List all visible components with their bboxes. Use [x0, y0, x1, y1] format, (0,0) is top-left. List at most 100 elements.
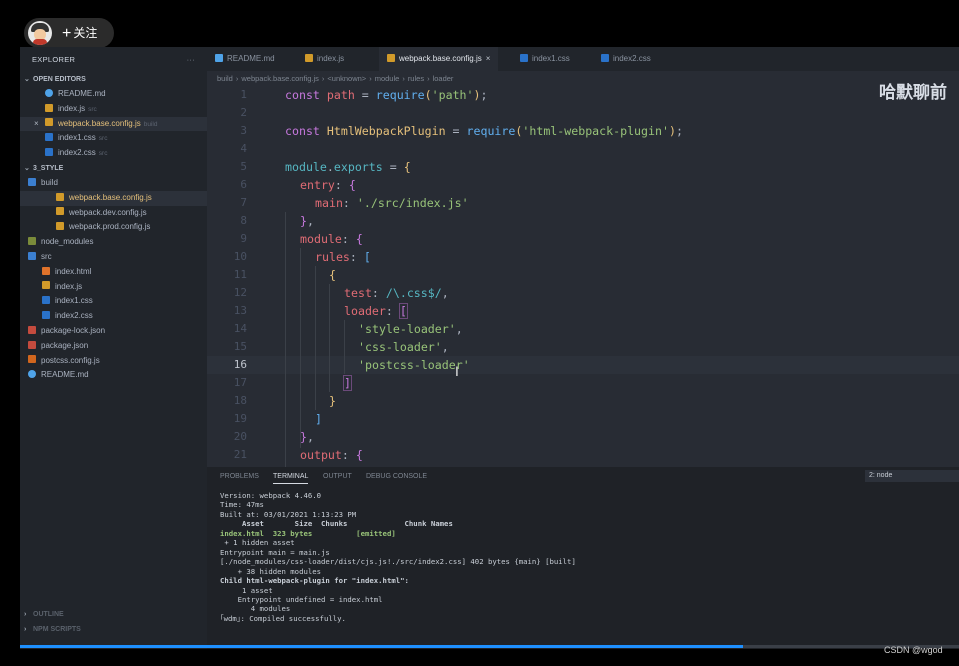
- breadcrumb-item[interactable]: module: [375, 74, 400, 83]
- code-line-18: }: [329, 394, 336, 408]
- code-editor[interactable]: 1 2 3 4 5 6 7 8 9 10 11 12 13 14 15 16 17 18 19 20 21 const …: [207, 86, 959, 467]
- terminal-select[interactable]: 2: node: [865, 470, 959, 482]
- line-number: 9: [240, 232, 247, 245]
- tab-webpack-base-config-js[interactable]: webpack.base.config.js ×: [379, 47, 499, 71]
- panel-tabs: PROBLEMS TERMINAL OUTPUT DEBUG CONSOLE: [207, 467, 959, 487]
- tab-label: index2.css: [613, 54, 651, 63]
- breadcrumb-item[interactable]: rules: [408, 74, 424, 83]
- chevron-right-icon: ›: [235, 74, 239, 83]
- terminal-output[interactable]: Version: webpack 4.46.0 Time: 47ms Built a…: [220, 491, 576, 623]
- breadcrumb-item[interactable]: <unknown>: [327, 74, 366, 83]
- tree-item[interactable]: webpack.base.config.js: [20, 190, 207, 206]
- open-editor-item[interactable]: index.js src: [20, 102, 207, 117]
- panel-tab-debug-console[interactable]: DEBUG CONSOLE: [366, 473, 427, 480]
- panel-tab-output[interactable]: OUTPUT: [323, 473, 352, 480]
- panel-tab-terminal[interactable]: TERMINAL: [273, 473, 309, 484]
- tab-label: webpack.base.config.js: [399, 54, 482, 63]
- tree-item[interactable]: package.json: [20, 339, 207, 354]
- css-file-icon: [42, 296, 50, 305]
- chevron-right-icon: ›: [427, 74, 430, 83]
- line-number: 19: [233, 412, 247, 425]
- js-file-icon: [45, 103, 53, 112]
- breadcrumb-item[interactable]: build: [217, 74, 233, 83]
- npm-scripts-section[interactable]: › NPM SCRIPTS: [20, 622, 207, 637]
- open-editor-folder: build: [143, 120, 158, 128]
- tree-item-label: package.json: [41, 340, 89, 350]
- open-editor-item[interactable]: index1.css src: [20, 131, 207, 146]
- tree-item[interactable]: README.md: [20, 368, 207, 383]
- open-editor-label: index2.css: [58, 148, 96, 158]
- video-progress-bar[interactable]: [20, 645, 959, 648]
- code-line-6: entry: {: [300, 178, 356, 192]
- tree-item[interactable]: src: [20, 250, 207, 265]
- tree-item[interactable]: index2.css: [20, 309, 207, 324]
- terminal-line: Entrypoint undefined = index.html: [220, 594, 383, 604]
- tree-item[interactable]: package-lock.json: [20, 324, 207, 339]
- code-line-15: 'css-loader',: [358, 340, 449, 354]
- code-line-7: main: './src/index.js': [315, 196, 469, 210]
- open-editor-item[interactable]: × webpack.base.config.js build: [20, 116, 207, 132]
- tree-item[interactable]: index.html: [20, 265, 207, 280]
- progress-fill: [20, 645, 744, 648]
- tree-item-label: node_modules: [41, 237, 94, 247]
- panel-tab-problems[interactable]: PROBLEMS: [220, 473, 259, 480]
- line-number: 13: [233, 304, 247, 317]
- code-line-12: test: /\.css$/,: [344, 286, 449, 300]
- open-editors-section[interactable]: ⌄ OPEN EDITORS: [20, 72, 207, 87]
- code-line-8: },: [300, 214, 314, 228]
- code-line-1: const path = require('path');: [285, 88, 488, 102]
- line-number: 4: [240, 142, 247, 155]
- line-number: 1: [240, 88, 247, 101]
- open-editor-item[interactable]: README.md: [20, 87, 207, 102]
- open-editor-folder: src: [98, 135, 108, 143]
- open-editor-label: index1.css: [58, 133, 96, 143]
- close-icon[interactable]: ×: [34, 117, 39, 132]
- line-number: 3: [240, 124, 247, 137]
- line-number: 16: [233, 358, 247, 371]
- css-file-icon: [45, 133, 53, 142]
- info-icon: [215, 53, 223, 62]
- line-number: 2: [240, 106, 247, 119]
- code-line-11: {: [329, 268, 336, 282]
- follow-button[interactable]: + 关注: [62, 18, 97, 48]
- tree-item[interactable]: postcss.config.js: [20, 354, 207, 369]
- line-number: 6: [240, 178, 247, 191]
- open-editor-item[interactable]: index2.css src: [20, 146, 207, 161]
- info-icon: [28, 370, 36, 379]
- tab-index2-css[interactable]: index2.css: [601, 47, 651, 71]
- json-file-icon: [28, 340, 36, 349]
- css-file-icon: [45, 148, 53, 157]
- json-file-icon: [28, 325, 36, 334]
- tree-item[interactable]: webpack.prod.config.js: [20, 220, 207, 235]
- user-follow-pill[interactable]: + 关注: [24, 18, 114, 48]
- plus-icon: +: [62, 25, 72, 42]
- outline-section[interactable]: › OUTLINE: [20, 607, 207, 622]
- css-file-icon: [520, 53, 528, 62]
- breadcrumb-item[interactable]: webpack.base.config.js: [241, 74, 319, 83]
- line-number: 20: [233, 430, 247, 443]
- tree-item[interactable]: index.js: [20, 280, 207, 295]
- js-file-icon: [305, 53, 313, 62]
- chevron-right-icon: ›: [24, 626, 27, 633]
- tab-readme-md[interactable]: README.md: [215, 47, 275, 71]
- tab-index-js[interactable]: index.js: [305, 47, 344, 71]
- line-number: 8: [240, 214, 247, 227]
- line-number: 14: [233, 322, 247, 335]
- tree-item[interactable]: node_modules: [20, 235, 207, 250]
- project-section[interactable]: ⌄ 3_STYLE: [20, 161, 207, 176]
- terminal-line: Built at: 03/01/2021 1:13:23 PM: [220, 509, 357, 519]
- terminal-line: 4 modules: [220, 604, 291, 614]
- terminal-line: Version: webpack 4.46.0: [220, 491, 322, 500]
- tree-item-label: src: [41, 251, 52, 261]
- tree-item[interactable]: webpack.dev.config.js: [20, 206, 207, 221]
- tree-item-label: README.md: [41, 370, 89, 380]
- open-editor-folder: src: [98, 150, 108, 158]
- tree-item[interactable]: build: [20, 176, 207, 191]
- breadcrumb-item[interactable]: loader: [433, 74, 454, 83]
- code-line-5: module.exports = {: [285, 160, 411, 174]
- tab-index1-css[interactable]: index1.css: [520, 47, 570, 71]
- tree-item-label: webpack.prod.config.js: [69, 222, 151, 232]
- tree-item[interactable]: index1.css: [20, 294, 207, 309]
- close-tab-icon[interactable]: ×: [486, 54, 491, 63]
- more-actions-icon[interactable]: ···: [187, 47, 195, 72]
